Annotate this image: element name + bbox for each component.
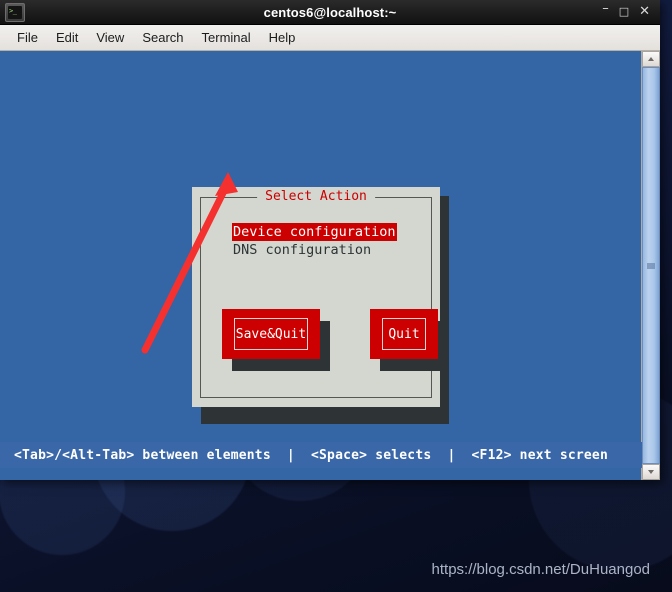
terminal-content-area[interactable]: Select Action Device configuration DNS c… <box>0 51 660 480</box>
window-controls: – □ ✕ <box>602 2 660 18</box>
terminal-window: centos6@localhost:~ – □ ✕ File Edit View… <box>0 0 660 480</box>
menu-item-edit[interactable]: Edit <box>47 28 87 47</box>
close-icon[interactable]: ✕ <box>639 5 650 18</box>
dialog-option-dns-configuration[interactable]: DNS configuration <box>232 241 397 259</box>
scrollbar-grip-icon <box>647 263 655 268</box>
dialog-option-device-configuration[interactable]: Device configuration <box>232 223 397 241</box>
select-action-dialog: Select Action Device configuration DNS c… <box>192 187 448 407</box>
save-quit-button-label: Save&Quit <box>234 318 308 350</box>
menu-item-terminal[interactable]: Terminal <box>193 28 260 47</box>
scrollbar-thumb[interactable] <box>642 67 660 464</box>
quit-button-wrap: Quit <box>370 309 448 371</box>
menu-item-view[interactable]: View <box>87 28 133 47</box>
dialog-title: Select Action <box>257 189 375 205</box>
save-quit-button[interactable]: Save&Quit <box>222 309 320 359</box>
terminal-scrollbar[interactable] <box>641 51 660 480</box>
scroll-down-arrow-icon[interactable] <box>642 464 660 480</box>
window-title: centos6@localhost:~ <box>263 4 397 20</box>
save-quit-button-wrap: Save&Quit <box>222 309 330 371</box>
quit-button-label: Quit <box>382 318 426 350</box>
maximize-icon[interactable]: □ <box>619 6 629 18</box>
menu-item-help[interactable]: Help <box>260 28 305 47</box>
watermark-text: https://blog.csdn.net/DuHuangod <box>431 561 650 578</box>
scroll-up-arrow-icon[interactable] <box>642 51 660 67</box>
menubar: File Edit View Search Terminal Help <box>0 25 660 51</box>
dialog-option-list: Device configuration DNS configuration <box>232 223 397 259</box>
dialog-status-hint-bar: <Tab>/<Alt-Tab> between elements | <Spac… <box>0 442 642 468</box>
quit-button[interactable]: Quit <box>370 309 438 359</box>
menu-item-search[interactable]: Search <box>133 28 192 47</box>
status-hint-text: <Tab>/<Alt-Tab> between elements | <Spac… <box>14 447 608 463</box>
minimize-icon[interactable]: – <box>602 2 609 15</box>
window-titlebar[interactable]: centos6@localhost:~ – □ ✕ <box>0 0 660 25</box>
menu-item-file[interactable]: File <box>8 28 47 47</box>
dialog-buttons: Save&Quit Quit <box>222 309 448 381</box>
terminal-icon <box>5 2 25 22</box>
